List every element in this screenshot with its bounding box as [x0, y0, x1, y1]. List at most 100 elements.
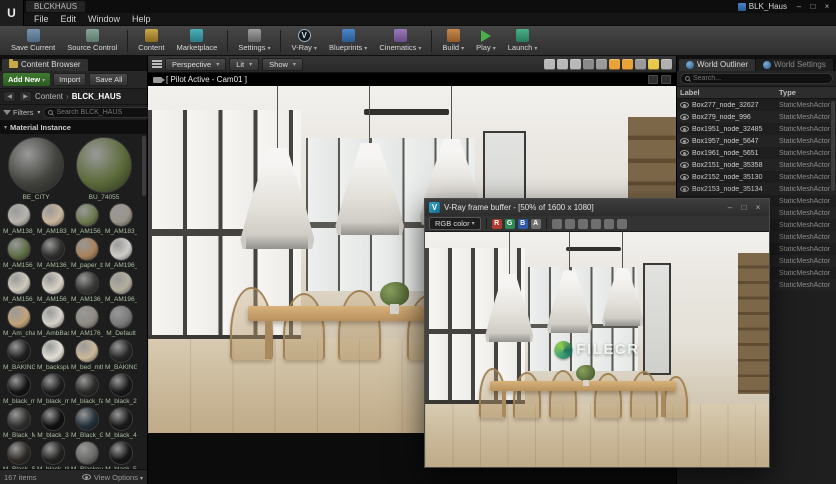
maximize-viewport-icon[interactable]: [661, 59, 672, 70]
asset-m-am183-be[interactable]: M_AM183_BE: [37, 203, 69, 235]
vray-frame-buffer-window[interactable]: V V-Ray frame buffer - [50% of 1600 x 10…: [424, 198, 770, 468]
visibility-eye-icon[interactable]: [680, 186, 689, 192]
lit-mode-button[interactable]: Lit: [229, 58, 259, 71]
menu-edit[interactable]: Edit: [55, 14, 83, 24]
coordinate-system-icon[interactable]: [583, 59, 594, 70]
camera-speed-icon[interactable]: [648, 59, 659, 70]
vfb-minimize-button[interactable]: –: [723, 202, 737, 213]
toolbar-build-button[interactable]: Build: [437, 28, 469, 53]
toolbar-v-ray-button[interactable]: VV-Ray: [286, 28, 321, 53]
breadcrumb-content[interactable]: Content: [35, 92, 63, 101]
toolbar-launch-button[interactable]: Launch: [503, 28, 543, 53]
asset-m-black-2[interactable]: M_black_2: [105, 373, 137, 405]
asset-be-city[interactable]: BE_CITY: [3, 137, 69, 201]
asset-m-am136-06[interactable]: M_AM136_06: [71, 271, 103, 303]
asset-m-black-mtl[interactable]: M_black_mtl: [37, 373, 69, 405]
menu-file[interactable]: File: [28, 14, 55, 24]
asset-m-black-5[interactable]: M_black_5: [105, 441, 137, 469]
outliner-row-box1957-node-5647[interactable]: Box1957_node_5647StaticMeshActor: [677, 135, 836, 147]
rotate-tool-icon[interactable]: [557, 59, 568, 70]
minimize-button[interactable]: –: [792, 1, 806, 12]
asset-m-ambbase-m[interactable]: M_AmbBase_m: [37, 305, 69, 337]
asset-m-baking-2[interactable]: M_BAKING_2: [105, 339, 137, 371]
save-all-button[interactable]: Save All: [89, 73, 128, 86]
outliner-row-box277-node-32627[interactable]: Box277_node_32627StaticMeshActor: [677, 99, 836, 111]
visibility-eye-icon[interactable]: [680, 102, 689, 108]
outliner-row-box2152-node-35130[interactable]: Box2152_node_35130StaticMeshActor: [677, 171, 836, 183]
save-image-icon[interactable]: [552, 219, 562, 229]
blue-channel-icon[interactable]: B: [518, 219, 528, 229]
asset-m-black-3[interactable]: M_black_3: [37, 407, 69, 439]
back-arrow-icon[interactable]: [3, 91, 16, 102]
visibility-eye-icon[interactable]: [680, 174, 689, 180]
add-new-button[interactable]: Add New: [3, 73, 50, 86]
asset-m-am-chair[interactable]: M_Am_chair: [3, 305, 35, 337]
track-mouse-icon[interactable]: [604, 219, 614, 229]
viewport-options-icon[interactable]: [152, 60, 162, 68]
maximize-button[interactable]: □: [806, 1, 820, 12]
menu-help[interactable]: Help: [126, 14, 157, 24]
vfb-render-area[interactable]: FILECR: [425, 232, 769, 467]
tab-content-browser[interactable]: Content Browser: [2, 59, 88, 71]
breadcrumb-current-folder[interactable]: BLCK_HAUS: [72, 92, 121, 101]
detach-camera-icon[interactable]: [648, 75, 658, 84]
vfb-close-button[interactable]: ×: [751, 202, 765, 213]
asset-m-paper-bag[interactable]: M_paper_bag: [71, 237, 103, 269]
outliner-row-box2153-node-35134[interactable]: Box2153_node_35134StaticMeshActor: [677, 183, 836, 195]
toolbar-play-button[interactable]: Play: [471, 29, 501, 53]
load-image-icon[interactable]: [565, 219, 575, 229]
type-column-header[interactable]: Type: [779, 88, 833, 97]
menu-window[interactable]: Window: [82, 14, 126, 24]
toolbar-blueprints-button[interactable]: Blueprints: [324, 28, 372, 53]
asset-search-input[interactable]: [56, 109, 147, 116]
scrollbar[interactable]: [831, 101, 835, 191]
asset-m-black-4[interactable]: M_black_4: [105, 407, 137, 439]
asset-m-am156-3b[interactable]: M_AM156_3B: [3, 271, 35, 303]
asset-m-black-fab[interactable]: M_black_fab: [71, 373, 103, 405]
toolbar-content-button[interactable]: Content: [133, 28, 169, 53]
show-flags-button[interactable]: Show: [262, 58, 303, 71]
asset-m-bed-mtl-b[interactable]: M_bed_mtl_b: [71, 339, 103, 371]
import-button[interactable]: Import: [53, 73, 86, 86]
asset-m-black-tile[interactable]: M_black_tile: [37, 441, 69, 469]
asset-m-baking-m[interactable]: M_BAKING_m: [3, 339, 35, 371]
asset-m-am156-86[interactable]: M_AM156_86: [71, 203, 103, 235]
asset-m-am156-06[interactable]: M_AM156_06: [3, 237, 35, 269]
tab-world-settings[interactable]: World Settings: [756, 59, 833, 71]
asset-m-am183-88[interactable]: M_AM183_88: [105, 203, 137, 235]
toolbar-cinematics-button[interactable]: Cinematics: [374, 28, 426, 53]
scale-tool-icon[interactable]: [570, 59, 581, 70]
visibility-eye-icon[interactable]: [680, 162, 689, 168]
outliner-row-box1951-node-32485[interactable]: Box1951_node_32485StaticMeshActor: [677, 123, 836, 135]
tab-world-outliner[interactable]: World Outliner: [679, 59, 755, 71]
toolbar-marketplace-button[interactable]: Marketplace: [172, 28, 223, 53]
asset-m-black-shelf[interactable]: M_Black_Shelf: [3, 441, 35, 469]
channel-select-dropdown[interactable]: RGB color: [429, 217, 481, 230]
view-options-button[interactable]: View Options: [82, 473, 143, 482]
asset-m-am196-06[interactable]: M_AM196_06: [105, 237, 137, 269]
grid-snap-icon[interactable]: [609, 59, 620, 70]
toolbar-settings-button[interactable]: Settings: [233, 28, 275, 53]
outliner-row-box279-node-996[interactable]: Box279_node_996StaticMeshActor: [677, 111, 836, 123]
asset-m-black-glass[interactable]: M_Black_Glass: [71, 407, 103, 439]
alpha-channel-icon[interactable]: A: [531, 219, 541, 229]
asset-bu-74055[interactable]: BU_74055: [71, 137, 137, 201]
asset-m-am156-0b[interactable]: M_AM156_0B: [37, 271, 69, 303]
scrollbar[interactable]: [142, 136, 146, 196]
asset-m-am176-06[interactable]: M_AM176_06: [71, 305, 103, 337]
surface-snap-icon[interactable]: [596, 59, 607, 70]
asset-m-am136-bl[interactable]: M_AM136_BL: [37, 237, 69, 269]
outliner-row-box2151-node-35358[interactable]: Box2151_node_35358StaticMeshActor: [677, 159, 836, 171]
toolbar-save-current-button[interactable]: Save Current: [6, 28, 60, 53]
asset-m-default[interactable]: M_Default: [105, 305, 137, 337]
outliner-row-box1961-node-5651[interactable]: Box1961_node_5651StaticMeshActor: [677, 147, 836, 159]
compare-images-icon[interactable]: [591, 219, 601, 229]
scale-snap-icon[interactable]: [635, 59, 646, 70]
asset-m-black-m[interactable]: M_black_m: [3, 373, 35, 405]
translate-tool-icon[interactable]: [544, 59, 555, 70]
project-tab[interactable]: BLCKHAUS: [26, 1, 85, 12]
visibility-eye-icon[interactable]: [680, 114, 689, 120]
rotation-snap-icon[interactable]: [622, 59, 633, 70]
vfb-titlebar[interactable]: V V-Ray frame buffer - [50% of 1600 x 10…: [425, 199, 769, 216]
label-column-header[interactable]: Label: [680, 88, 779, 97]
